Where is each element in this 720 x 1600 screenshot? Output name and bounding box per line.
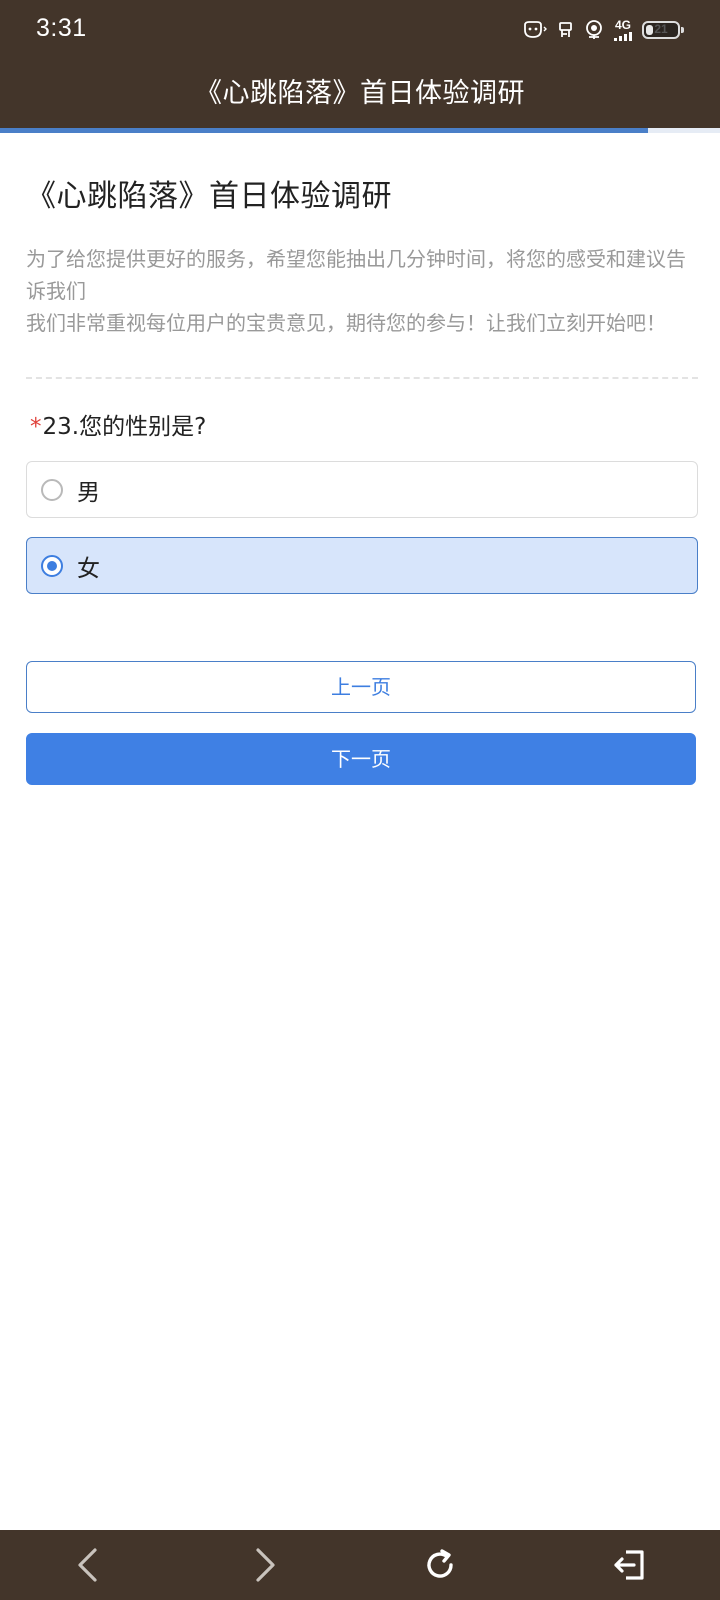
prev-page-button[interactable]: 上一页 [26,661,696,713]
back-arrow-icon[interactable] [43,1530,133,1600]
question-text: 23.您的性别是? [42,414,207,440]
option-label: 女 [77,555,100,582]
option-male[interactable]: 男 [26,461,698,518]
dashed-divider [26,377,698,379]
required-mark: * [30,414,42,440]
battery-icon: 21 [642,21,684,39]
description-line-2: 我们非常重视每位用户的宝贵意见，期待您的参与！让我们立刻开始吧！ [26,311,666,335]
option-female[interactable]: 女 [26,537,698,594]
network-type: 4G [614,18,631,32]
header-title: 《心跳陷落》首日体验调研 [195,78,525,109]
refresh-icon[interactable] [395,1530,485,1600]
status-time: 3:31 [36,14,87,42]
survey-title: 《心跳陷落》首日体验调研 [26,179,392,214]
radio-button[interactable] [41,554,63,577]
cellular-signal-icon: 4G [614,19,632,41]
next-page-button[interactable]: 下一页 [26,733,696,785]
exit-icon[interactable] [585,1530,675,1600]
app-header: 《心跳陷落》首日体验调研 [0,60,720,128]
survey-content: 《心跳陷落》首日体验调研 为了给您提供更好的服务，希望您能抽出几分钟时间，将您的… [26,133,698,785]
survey-description: 为了给您提供更好的服务，希望您能抽出几分钟时间，将您的感受和建议告诉我们 我们非… [26,243,698,339]
radio-button[interactable] [41,478,63,501]
description-line-1: 为了给您提供更好的服务，希望您能抽出几分钟时间，将您的感受和建议告诉我们 [26,247,686,303]
signal-extra-icon [558,20,574,40]
option-label: 男 [77,479,100,506]
battery-level: 21 [654,22,668,36]
status-icons: 4G 21 [522,16,684,44]
voice-assistant-icon [584,19,604,41]
question-title: *23.您的性别是? [26,407,698,441]
status-bar: 3:31 4G 21 [0,0,720,60]
radio-selected-dot [47,560,57,571]
bottom-navigation-bar [0,1530,720,1600]
face-icon [522,20,548,40]
forward-arrow-icon[interactable] [220,1530,310,1600]
